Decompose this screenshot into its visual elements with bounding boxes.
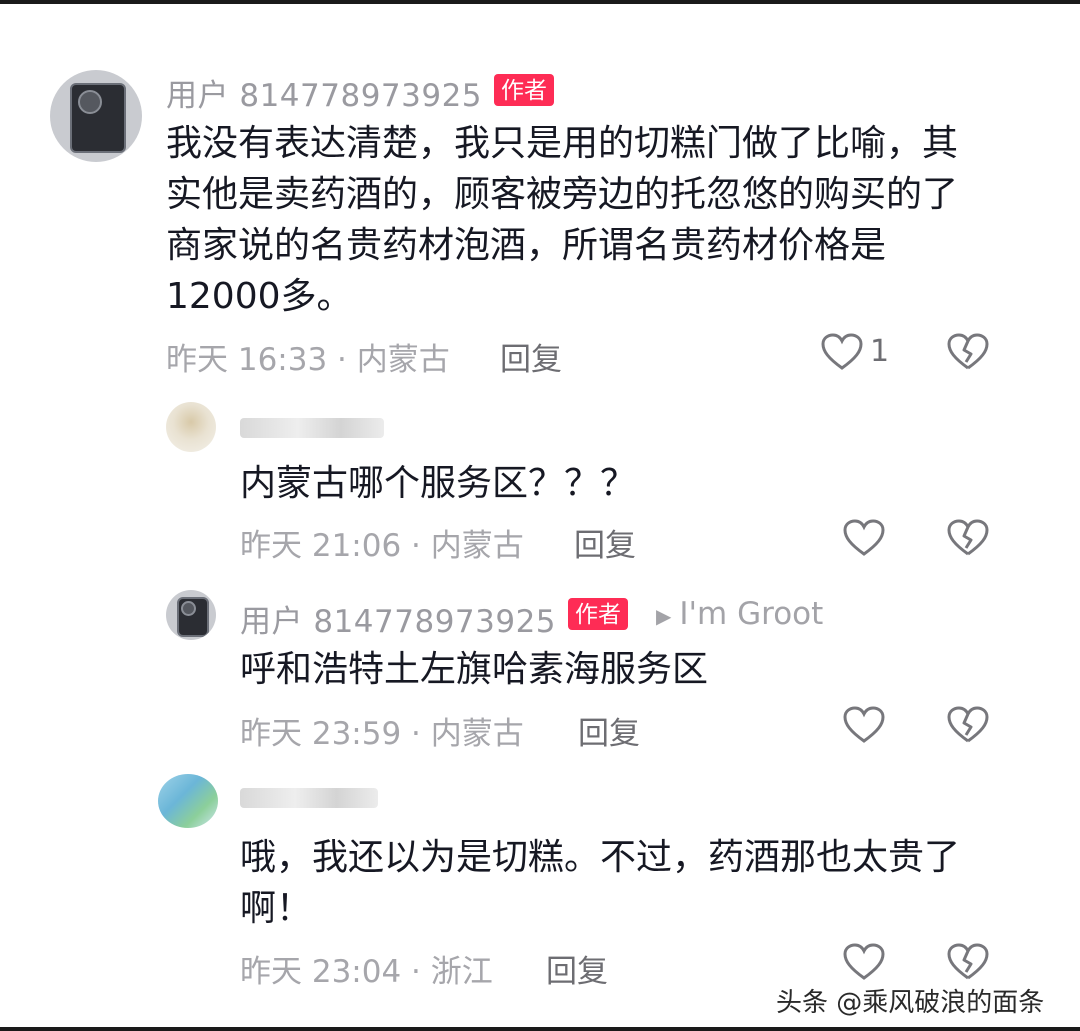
like-count: 1 (870, 334, 890, 369)
reply-button[interactable]: 回复 (574, 520, 636, 565)
author-badge: 作者 (494, 74, 554, 106)
comment-text: 内蒙古哪个服务区？？？ (240, 463, 637, 504)
comment-meta: 昨天 23:59 · 内蒙古 (240, 716, 524, 752)
comment-username[interactable]: 用户 814778973925 (240, 596, 556, 641)
heart-outline-icon[interactable] (842, 942, 886, 982)
comment-username[interactable]: 用户 814778973925 (166, 70, 482, 115)
avatar[interactable] (50, 70, 142, 162)
avatar[interactable] (166, 590, 216, 640)
source-watermark: 头条 @乘风破浪的面条 (776, 988, 1045, 1018)
heart-outline-icon[interactable] (842, 518, 886, 558)
broken-heart-icon[interactable] (946, 332, 990, 372)
broken-heart-icon[interactable] (946, 942, 990, 982)
reply-button[interactable]: 回复 (500, 334, 562, 379)
reply-button[interactable]: 回复 (546, 946, 608, 991)
comment-meta: 昨天 21:06 · 内蒙古 (240, 528, 524, 564)
reply-to-username[interactable]: I'm Groot (679, 596, 823, 632)
comment-meta: 昨天 16:33 · 内蒙古 (166, 342, 450, 378)
broken-heart-icon[interactable] (946, 518, 990, 558)
blurred-username[interactable] (240, 788, 378, 808)
heart-outline-icon[interactable] (820, 332, 864, 372)
reply-button[interactable]: 回复 (578, 708, 640, 753)
avatar[interactable] (166, 402, 216, 452)
blurred-username[interactable] (240, 418, 384, 438)
triangle-right-icon: ▶ (656, 603, 672, 628)
comment-text: 呼和浩特土左旗哈素海服务区 (240, 649, 709, 690)
reply-to-label[interactable]: ▶ I'm Groot (656, 596, 823, 632)
heart-outline-icon[interactable] (842, 705, 886, 745)
comment-meta: 昨天 23:04 · 浙江 (240, 954, 493, 990)
comment-text: 哦，我还以为是切糕。不过，药酒那也太贵了啊！ (240, 837, 961, 929)
comment-text: 我没有表达清楚，我只是用的切糕门做了比喻，其实他是卖药酒的，顾客被旁边的托忽悠的… (166, 123, 959, 317)
avatar[interactable] (158, 774, 218, 828)
comment-thread: 用户 814778973925 作者 我没有表达清楚，我只是用的切糕门做了比喻，… (0, 0, 1080, 1031)
author-badge: 作者 (568, 598, 628, 630)
broken-heart-icon[interactable] (946, 705, 990, 745)
